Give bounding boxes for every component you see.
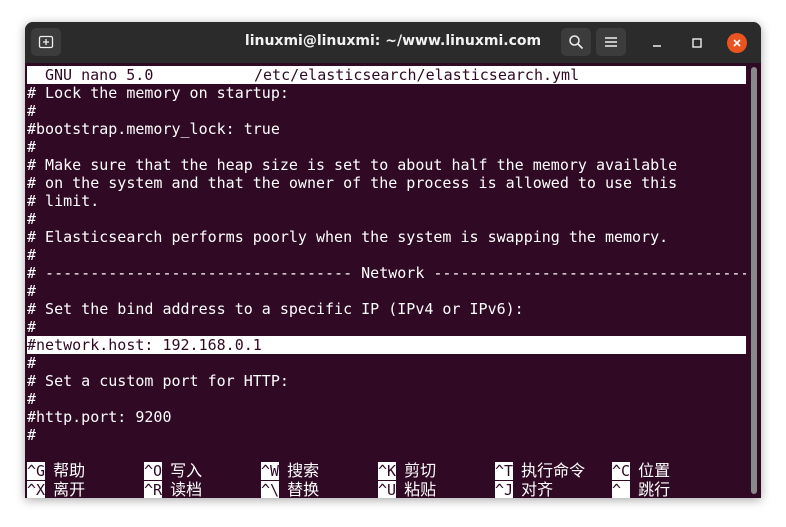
shortcut-label: 粘贴 <box>404 480 437 499</box>
file-line[interactable]: #bootstrap.memory_lock: true <box>27 120 280 138</box>
shortcut-location[interactable]: ^C 位置 <box>612 462 670 480</box>
file-line[interactable]: # <box>27 282 36 300</box>
minimize-button[interactable] <box>648 34 666 52</box>
shortcut-key: ^R <box>144 481 163 498</box>
nano-version: GNU nano 5.0 <box>45 66 154 84</box>
file-line[interactable]: # Lock the memory on startup: <box>27 84 289 102</box>
shortcut-key: ^U <box>378 481 397 498</box>
maximize-icon <box>692 38 702 48</box>
shortcut-exit[interactable]: ^X 离开 <box>27 481 85 498</box>
hamburger-menu-icon <box>605 37 617 47</box>
shortcut-paste[interactable]: ^U 粘贴 <box>378 481 436 498</box>
terminal-area[interactable]: GNU nano 5.0/etc/elasticsearch/elasticse… <box>25 63 747 498</box>
highlighted-line[interactable]: #network.host: 192.168.0.1 <box>27 336 746 354</box>
shortcut-label: 替换 <box>287 480 320 499</box>
terminal-window: linuxmi@linuxmi: ~/www.linuxmi.com GNU n… <box>25 22 761 498</box>
close-icon <box>733 39 741 47</box>
shortcut-key: ^J <box>495 481 514 498</box>
file-line[interactable]: # <box>27 390 36 408</box>
shortcut-key: ^\ <box>261 481 280 498</box>
shortcut-label: 离开 <box>53 480 86 499</box>
shortcut-label: 帮助 <box>53 461 86 480</box>
shortcut-label: 写入 <box>170 461 203 480</box>
scrollbar[interactable] <box>747 63 761 498</box>
maximize-button[interactable] <box>688 34 706 52</box>
shortcut-label: 剪切 <box>404 461 437 480</box>
file-line[interactable]: # <box>27 246 36 264</box>
shortcut-key: ^_ <box>612 481 631 498</box>
nano-header: GNU nano 5.0/etc/elasticsearch/elasticse… <box>27 66 746 84</box>
file-line[interactable]: #http.port: 9200 <box>27 408 172 426</box>
shortcut-justify[interactable]: ^J 对齐 <box>495 481 553 498</box>
close-button[interactable] <box>727 33 747 53</box>
shortcut-label: 跳行 <box>638 480 671 499</box>
shortcut-label: 对齐 <box>521 480 554 499</box>
shortcut-read-file[interactable]: ^R 读档 <box>144 481 202 498</box>
file-line[interactable]: # <box>27 138 36 156</box>
shortcut-key: ^G <box>27 462 46 480</box>
shortcut-key: ^W <box>261 462 280 480</box>
file-line[interactable]: # Set the bind address to a specific IP … <box>27 300 524 318</box>
shortcut-key: ^X <box>27 481 46 498</box>
shortcut-label: 搜索 <box>287 461 320 480</box>
scrollbar-thumb[interactable] <box>751 67 757 494</box>
search-button[interactable] <box>561 28 591 56</box>
search-icon <box>569 35 584 50</box>
minimize-icon <box>653 45 661 47</box>
file-line[interactable]: # <box>27 426 36 444</box>
shortcut-key: ^T <box>495 462 514 480</box>
file-line[interactable]: # <box>27 354 36 372</box>
file-line[interactable]: # Set a custom port for HTTP: <box>27 372 289 390</box>
shortcut-help[interactable]: ^G 帮助 <box>27 462 85 480</box>
file-line[interactable]: # <box>27 318 36 336</box>
shortcut-cut[interactable]: ^K 剪切 <box>378 462 436 480</box>
nano-filename: /etc/elasticsearch/elasticsearch.yml <box>254 66 580 84</box>
title-bar[interactable]: linuxmi@linuxmi: ~/www.linuxmi.com <box>25 22 761 63</box>
file-line[interactable]: # Elasticsearch performs poorly when the… <box>27 228 668 246</box>
shortcut-label: 执行命令 <box>521 461 586 480</box>
shortcut-key: ^C <box>612 462 631 480</box>
file-line[interactable]: # <box>27 102 36 120</box>
shortcut-write[interactable]: ^O 写入 <box>144 462 202 480</box>
shortcut-key: ^K <box>378 462 397 480</box>
file-line[interactable]: # limit. <box>27 192 99 210</box>
menu-button[interactable] <box>596 28 626 56</box>
shortcut-label: 读档 <box>170 480 203 499</box>
shortcut-key: ^O <box>144 462 163 480</box>
shortcut-replace[interactable]: ^\ 替换 <box>261 481 319 498</box>
shortcut-search[interactable]: ^W 搜索 <box>261 462 319 480</box>
shortcut-goto-line[interactable]: ^_ 跳行 <box>612 481 670 498</box>
shortcut-execute[interactable]: ^T 执行命令 <box>495 462 585 480</box>
file-line[interactable]: # Make sure that the heap size is set to… <box>27 156 677 174</box>
file-line[interactable]: # <box>27 210 36 228</box>
file-line[interactable]: # ---------------------------------- Net… <box>27 264 746 282</box>
file-line[interactable]: # on the system and that the owner of th… <box>27 174 677 192</box>
shortcut-label: 位置 <box>638 461 671 480</box>
